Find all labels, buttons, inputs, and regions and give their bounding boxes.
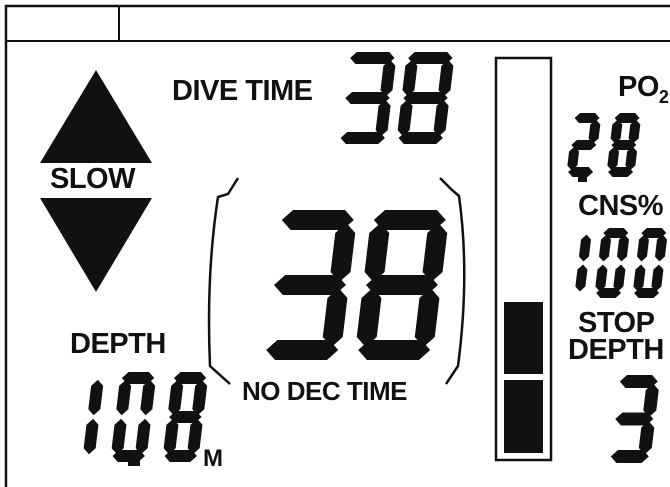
dive-time-digit-segment (402, 59, 418, 97)
po2-digit-segment (625, 146, 638, 171)
depth-digit-segment (116, 379, 132, 416)
dive-time-digit-segment (340, 132, 385, 144)
depth-decimal-point (128, 455, 140, 466)
no-dec-time-digit-segment (266, 340, 339, 360)
depth-digit-segment (169, 411, 202, 423)
depth-digit-segment (135, 418, 151, 455)
triangle-up-icon (40, 70, 152, 163)
depth-label: DEPTH (70, 328, 166, 360)
stop-depth-label-line2: DEPTH (568, 334, 664, 366)
dive-time-digit-segment (438, 59, 454, 97)
bar-graph-segment (504, 380, 543, 453)
depth-digit-segment (83, 418, 99, 455)
stop-depth-digit-segment (610, 450, 649, 463)
po2-label-text: PO (618, 71, 659, 103)
po2-digit-segment (610, 119, 623, 144)
cns-digit-segment (578, 234, 592, 262)
po2-label: PO2 (618, 71, 669, 108)
depth-digit-segment (168, 379, 184, 416)
depth-unit: M (203, 445, 223, 472)
dive-time-value (340, 52, 454, 144)
cns-digit-segment (616, 234, 630, 262)
cns-digit-segment (595, 264, 608, 292)
dive-computer-display (4, 4, 670, 487)
no-dec-time-digit-segment (414, 288, 440, 347)
no-dec-time-label: NO DEC TIME (242, 376, 407, 406)
po2-digit-segment (567, 146, 580, 171)
po2-label-subscript: 2 (658, 86, 669, 107)
depth-value (83, 372, 208, 462)
no-dec-bracket-left (207, 177, 240, 385)
depth-digit-segment (163, 418, 179, 455)
depth-digit-segment (140, 379, 156, 416)
depth-digit-segment (192, 379, 208, 416)
cns-digit-segment (651, 264, 664, 292)
no-dec-time-digit-segment (366, 275, 438, 295)
dive-time-digit-segment (375, 99, 391, 137)
depth-digit-segment (88, 379, 104, 416)
stop-depth-digit-segment (638, 420, 655, 455)
po2-decimal-point (578, 174, 587, 182)
cns-digit-segment (654, 234, 668, 262)
cns-digit-segment (633, 264, 646, 292)
dive-time-digit-segment (380, 59, 396, 97)
cns-digit-segment (598, 234, 612, 262)
bar-graph-segment (504, 302, 543, 374)
no-dec-time-digit-segment (364, 223, 390, 282)
dive-time-digit-segment (397, 99, 413, 137)
no-dec-time-digit-segment (356, 288, 382, 347)
no-dec-time-value (266, 210, 448, 360)
po2-digit-segment (607, 146, 620, 171)
no-dec-time-digit-segment (422, 223, 448, 282)
triangle-down-icon (40, 198, 152, 292)
dive-time-label: DIVE TIME (172, 75, 313, 107)
no-dec-bracket-right (439, 177, 466, 385)
cns-label: CNS% (578, 190, 664, 222)
po2-value (567, 113, 641, 177)
no-dec-time-digit-segment (322, 288, 348, 347)
depth-digit-segment (187, 418, 203, 455)
stop-depth-value (610, 375, 659, 463)
cns-digit-segment (575, 264, 588, 292)
cns-digit-segment (636, 234, 650, 262)
dive-time-digit-segment (403, 92, 448, 104)
po2-digit-segment (628, 119, 641, 144)
dive-time-digit-segment (433, 99, 449, 137)
cns-digit-segment (613, 264, 626, 292)
no-dec-time-digit-segment (330, 223, 356, 282)
ascent-slow-label: SLOW (50, 163, 136, 195)
po2-digit-segment (588, 119, 601, 144)
stop-depth-digit-segment (643, 383, 659, 418)
depth-digit-segment (111, 418, 127, 455)
cns-value (575, 228, 668, 298)
